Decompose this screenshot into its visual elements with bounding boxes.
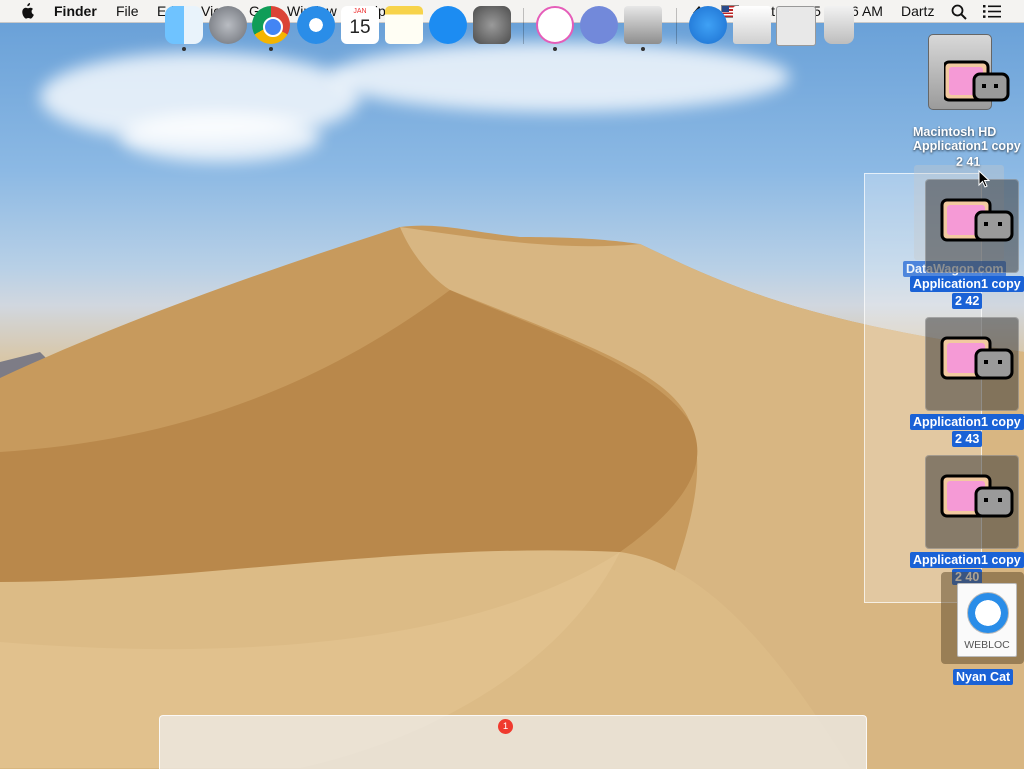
menu-bar: Finder File Edit View Go Window Help Sat… — [0, 0, 1024, 23]
running-indicator — [641, 47, 645, 51]
apple-menu-icon[interactable] — [20, 3, 34, 19]
dock — [159, 715, 867, 769]
applications-folder-icon[interactable] — [689, 6, 727, 44]
nyan-cat-app-icon[interactable] — [925, 179, 1019, 273]
finder-icon[interactable] — [165, 6, 203, 44]
disk-image-icon[interactable] — [733, 6, 771, 44]
script-file-icon[interactable] — [776, 6, 816, 46]
webloc-extension-label: WEBLOC — [964, 639, 1010, 651]
icon-label-app-40[interactable]: Application1 copy — [910, 552, 1024, 568]
icon-label-nyan-cat[interactable]: Nyan Cat — [953, 669, 1014, 685]
menu-file[interactable]: File — [116, 2, 139, 20]
safari-webloc-icon[interactable]: WEBLOC — [957, 583, 1017, 657]
calendar-icon[interactable]: JAN 15 — [341, 6, 379, 44]
icon-label-app-43[interactable]: Application1 copy — [910, 414, 1024, 430]
spotlight-search-icon[interactable] — [951, 4, 967, 20]
icon-label-macintosh-hd[interactable]: Macintosh HD — [913, 125, 996, 139]
app-menu-finder[interactable]: Finder — [54, 2, 97, 20]
notification-center-icon[interactable] — [983, 4, 1001, 19]
notification-badge: 1 — [498, 719, 513, 734]
icon-sublabel-app-43[interactable]: 2 43 — [952, 431, 983, 447]
icon-label-dragged[interactable]: Application1 copy — [913, 139, 1021, 153]
discord-icon[interactable] — [580, 6, 618, 44]
nyan-cat-app-icon[interactable] — [942, 58, 1012, 108]
app-store-icon[interactable] — [429, 6, 467, 44]
running-indicator — [269, 47, 273, 51]
nyan-cat-app-icon[interactable] — [925, 317, 1019, 411]
notes-icon[interactable] — [385, 6, 423, 44]
safari-icon[interactable] — [297, 6, 335, 44]
icon-sublabel-app-42[interactable]: 2 42 — [952, 293, 983, 309]
icon-label-app-42[interactable]: Application1 copy — [910, 276, 1024, 292]
itunes-icon[interactable] — [536, 6, 574, 44]
safari-compass-icon — [967, 592, 1009, 634]
installer-icon[interactable] — [624, 6, 662, 44]
mouse-pointer-icon — [978, 170, 990, 188]
calendar-month: JAN — [353, 8, 367, 15]
dock-separator — [676, 8, 677, 44]
dock-separator — [523, 8, 524, 44]
clock[interactable]: Sat Jan 15 11:26 AM — [754, 2, 883, 20]
nyan-cat-app-icon[interactable] — [925, 455, 1019, 549]
trash-icon[interactable] — [824, 6, 854, 44]
system-preferences-icon[interactable] — [473, 6, 511, 44]
chrome-icon[interactable] — [252, 6, 290, 44]
calendar-day: 15 — [349, 17, 371, 38]
running-indicator — [553, 47, 557, 51]
user-name[interactable]: Dartz — [901, 2, 934, 20]
running-indicator — [182, 47, 186, 51]
launchpad-icon[interactable] — [209, 6, 247, 44]
